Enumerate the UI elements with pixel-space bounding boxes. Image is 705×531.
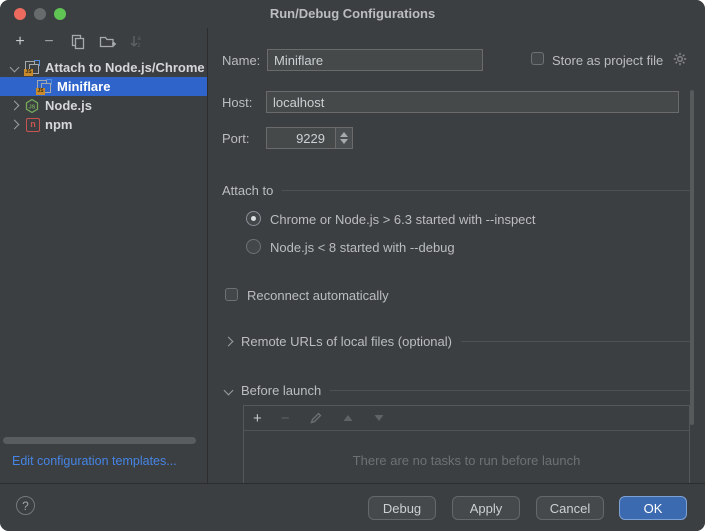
new-folder-button[interactable]: [97, 32, 117, 52]
tree-item-label: Node.js: [45, 98, 92, 113]
radio-nodejs-debug[interactable]: [246, 239, 261, 254]
sidebar-toolbar: + −: [0, 28, 207, 56]
configurations-sidebar: + −: [0, 28, 208, 484]
add-task-button plus-icon[interactable]: +: [253, 411, 262, 426]
dialog-footer: ? Debug Apply Cancel OK: [0, 483, 705, 531]
radio-chrome-or-nodejs-inspect-label: Chrome or Node.js > 6.3 started with --i…: [270, 212, 536, 227]
copy-icon: [70, 34, 86, 50]
radio-nodejs-debug-label: Node.js < 8 started with --debug: [270, 240, 455, 255]
chevron-down-icon[interactable]: [10, 63, 20, 73]
minus-icon: −: [44, 34, 53, 50]
tree-item-label: Attach to Node.js/Chrome: [45, 60, 205, 75]
divider: [282, 190, 690, 191]
configurations-tree: JS Attach to Node.js/Chrome JS Miniflare: [0, 58, 207, 134]
stepper-down-icon[interactable]: [340, 139, 348, 144]
sort-configurations-button[interactable]: a z: [126, 32, 146, 52]
store-as-project-file-checkbox[interactable]: [531, 52, 544, 65]
sort-alphabetically-icon: a z: [128, 34, 144, 50]
svg-text:a: a: [137, 36, 141, 42]
debug-button[interactable]: Debug: [368, 496, 436, 520]
remove-configuration-button[interactable]: −: [39, 32, 59, 52]
attach-nodejs-icon: JS: [24, 60, 40, 76]
move-task-down-button triangle-down-icon[interactable]: [373, 413, 385, 423]
apply-button[interactable]: Apply: [452, 496, 520, 520]
configuration-form: Name: Store as project file Host: Port:: [208, 28, 705, 484]
tree-item-label: npm: [45, 117, 72, 132]
tree-item-miniflare[interactable]: JS Miniflare: [0, 77, 207, 96]
plus-icon: +: [15, 34, 24, 50]
chevron-down-icon[interactable]: [224, 386, 234, 396]
tree-item-attach-to-nodejs-chrome[interactable]: JS Attach to Node.js/Chrome: [0, 58, 207, 77]
svg-text:JS: JS: [29, 104, 36, 110]
divider: [330, 390, 690, 391]
tree-item-label: Miniflare: [57, 79, 110, 94]
before-launch-tasks-panel: + − There are no tasks to run before lau…: [243, 405, 690, 484]
edit-configuration-templates-link[interactable]: Edit configuration templates...: [12, 454, 177, 468]
question-mark-icon: ?: [22, 499, 29, 513]
radio-chrome-or-nodejs-inspect[interactable]: [246, 211, 261, 226]
ok-button[interactable]: OK: [619, 496, 687, 520]
run-debug-configurations-dialog: Run/Debug Configurations + −: [0, 0, 705, 531]
tree-item-npm[interactable]: n npm: [0, 115, 207, 134]
port-label: Port:: [222, 131, 249, 146]
chevron-right-icon[interactable]: [10, 101, 20, 111]
divider: [461, 341, 690, 342]
attach-to-title: Attach to: [222, 183, 273, 198]
gear-icon[interactable]: [673, 52, 687, 66]
copy-configuration-button[interactable]: [68, 32, 88, 52]
before-launch-empty-message: There are no tasks to run before launch: [244, 453, 689, 468]
name-input[interactable]: [267, 49, 483, 71]
dialog-content: + −: [0, 28, 705, 484]
npm-icon: n: [26, 118, 40, 132]
attach-nodejs-icon: JS: [36, 79, 52, 95]
nodejs-icon: JS: [24, 98, 40, 114]
before-launch-toolbar: + −: [244, 406, 689, 431]
port-stepper[interactable]: [336, 127, 353, 149]
stepper-up-icon[interactable]: [340, 132, 348, 137]
chevron-right-icon[interactable]: [224, 337, 234, 347]
host-input[interactable]: [266, 91, 679, 113]
svg-text:z: z: [138, 43, 141, 49]
tree-item-nodejs[interactable]: JS Node.js: [0, 96, 207, 115]
edit-task-button pencil-icon[interactable]: [309, 411, 323, 425]
name-label: Name:: [222, 53, 260, 68]
port-input[interactable]: [266, 127, 336, 149]
move-task-up-button triangle-up-icon[interactable]: [342, 413, 354, 423]
chevron-right-icon[interactable]: [10, 120, 20, 130]
cancel-button[interactable]: Cancel: [536, 496, 604, 520]
dialog-title: Run/Debug Configurations: [0, 6, 705, 21]
remove-task-button minus-icon[interactable]: −: [281, 411, 290, 426]
help-button[interactable]: ?: [16, 496, 35, 515]
sidebar-horizontal-scrollbar[interactable]: [3, 437, 196, 444]
reconnect-automatically-label: Reconnect automatically: [247, 288, 389, 303]
add-configuration-button[interactable]: +: [10, 32, 30, 52]
new-folder-icon: [99, 34, 116, 50]
before-launch-group-header[interactable]: Before launch: [222, 383, 690, 398]
reconnect-automatically-checkbox[interactable]: [225, 288, 238, 301]
form-vertical-scrollbar[interactable]: [690, 90, 694, 425]
remote-urls-group-header[interactable]: Remote URLs of local files (optional): [222, 334, 690, 349]
remote-urls-title: Remote URLs of local files (optional): [241, 334, 452, 349]
store-as-project-file-label: Store as project file: [552, 53, 663, 68]
title-bar: Run/Debug Configurations: [0, 0, 705, 28]
host-label: Host:: [222, 95, 252, 110]
attach-to-group-header: Attach to: [222, 183, 690, 198]
before-launch-title: Before launch: [241, 383, 321, 398]
